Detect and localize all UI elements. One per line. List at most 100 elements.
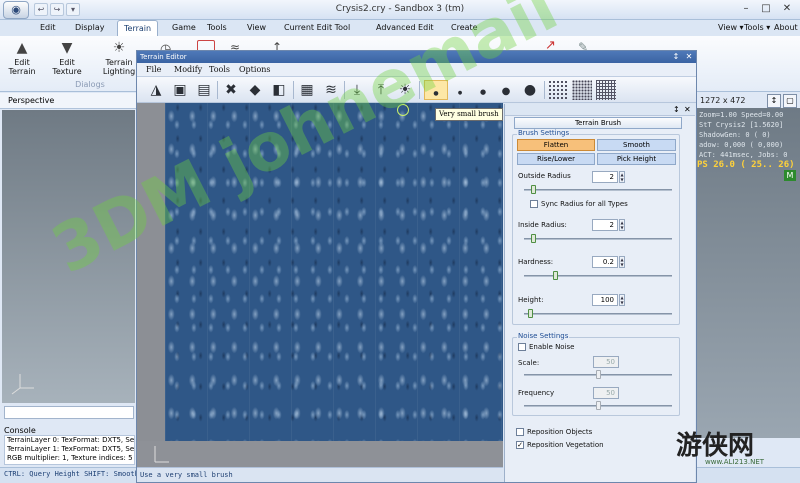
menu-about[interactable]: About <box>768 20 800 36</box>
brush-settings-label: Brush Settings <box>517 129 571 137</box>
te-menu-tools[interactable]: Tools <box>209 65 230 74</box>
brush-grid-large-icon[interactable] <box>596 80 616 100</box>
tab-edit[interactable]: Edit <box>34 20 62 36</box>
flatten-button[interactable]: Flatten <box>517 139 595 151</box>
height-spinner[interactable]: ▲ ▼ <box>619 294 625 306</box>
back-icon[interactable]: ↩ <box>34 3 48 16</box>
hardness-spinner[interactable]: ▲ ▼ <box>619 256 625 268</box>
inside-radius-track <box>524 238 672 240</box>
stat-line: adow: 0,000 ( 0,000) <box>699 141 784 149</box>
frequency-slider[interactable] <box>595 401 601 410</box>
perspective-viewport[interactable] <box>2 110 135 403</box>
enable-noise-checkbox[interactable] <box>518 343 526 351</box>
tab-view[interactable]: View <box>241 20 272 36</box>
stat-line: Zoom=1.00 Speed=0.00 <box>699 111 784 119</box>
delete-icon[interactable]: ✖ <box>221 80 241 100</box>
te-menu-file[interactable]: File <box>146 65 161 74</box>
smooth-button[interactable]: Smooth <box>597 139 676 151</box>
stat-line: ACT: 441msec, Jobs: 0 <box>699 151 788 159</box>
brush-grid-medium-icon[interactable] <box>572 80 592 100</box>
save-as-icon[interactable]: ▤ <box>194 80 214 100</box>
maximize-icon[interactable]: □ <box>756 2 776 16</box>
brush-xsmall-icon[interactable]: ● <box>450 80 470 100</box>
pin-icon[interactable]: ↕ <box>671 51 681 62</box>
import-icon[interactable]: ⤓ <box>347 80 367 100</box>
outside-radius-label: Outside Radius <box>518 172 571 180</box>
menu-view-label: View <box>718 23 737 32</box>
height-field[interactable]: 100 <box>592 294 618 306</box>
hardness-field[interactable]: 0.2 <box>592 256 618 268</box>
close-icon[interactable]: ✕ <box>684 105 691 114</box>
axis-gizmo-icon <box>11 374 34 395</box>
tab-terrain[interactable]: Terrain <box>117 20 159 36</box>
outside-radius-slider[interactable] <box>531 185 537 194</box>
frequency-field[interactable]: 50 <box>593 387 619 399</box>
console-line: RGB multiplier: 1, Texture indices: 5 <box>7 454 133 462</box>
hardness-label: Hardness: <box>518 258 554 266</box>
tab-game[interactable]: Game <box>166 20 202 36</box>
tab-advanced-edit[interactable]: Advanced Edit <box>370 20 440 36</box>
erase-icon[interactable]: ◆ <box>245 80 265 100</box>
rise-lower-button[interactable]: Rise/Lower <box>517 153 595 165</box>
fps-readout: PS 26.0 ( 25.. 26) <box>697 160 795 170</box>
ribbon-group-dialogs: Dialogs <box>75 80 105 89</box>
open-icon[interactable]: ◮ <box>146 80 166 100</box>
tab-create[interactable]: Create <box>445 20 484 36</box>
inside-radius-spinner[interactable]: ▲ ▼ <box>619 219 625 231</box>
scale-field[interactable]: 50 <box>593 356 619 368</box>
terrain-lighting-button[interactable]: ☀ Terrain Lighting <box>100 40 138 76</box>
scale-slider[interactable] <box>595 370 601 379</box>
minimize-icon[interactable]: – <box>736 2 756 16</box>
terrain-lighting-label: Terrain Lighting <box>102 58 136 76</box>
height-slider[interactable] <box>528 309 534 318</box>
inside-radius-field[interactable]: 2 <box>592 219 618 231</box>
terrain-side-ruler <box>137 103 165 443</box>
brush-grid-small-icon[interactable] <box>548 80 568 100</box>
outside-radius-spinner[interactable]: ▲ ▼ <box>619 171 625 183</box>
save-icon[interactable]: ▣ <box>170 80 190 100</box>
sandbox-orb-icon[interactable]: ◉ <box>3 1 29 19</box>
tab-tools[interactable]: Tools <box>201 20 233 36</box>
brush-tiny-icon[interactable]: ● <box>424 80 448 100</box>
enable-noise-label: Enable Noise <box>529 343 575 351</box>
scale-label: Scale: <box>518 359 540 367</box>
brush-medium-icon[interactable]: ● <box>496 80 516 100</box>
brush-small-icon[interactable]: ● <box>473 80 493 100</box>
noise-settings-label: Noise Settings <box>517 332 570 340</box>
toolbar-separator <box>344 81 345 99</box>
close-icon[interactable]: ✕ <box>777 2 797 16</box>
noise-icon[interactable]: ▦ <box>297 80 317 100</box>
pin-icon[interactable]: ↕ <box>767 94 781 108</box>
reposition-objects-checkbox[interactable] <box>516 428 524 436</box>
hardness-slider[interactable] <box>552 271 558 280</box>
te-menu-options[interactable]: Options <box>239 65 271 74</box>
inside-radius-slider[interactable] <box>531 234 537 243</box>
edit-texture-button[interactable]: ▼ Edit Texture <box>50 40 84 76</box>
brush-large-icon[interactable]: ● <box>520 80 540 100</box>
forward-icon[interactable]: ↪ <box>50 3 64 16</box>
console-input[interactable] <box>4 406 134 419</box>
terrain-texture-view[interactable] <box>165 103 503 441</box>
reposition-vegetation-checkbox[interactable]: ✓ <box>516 441 524 449</box>
m-badge: M <box>784 170 796 181</box>
edit-terrain-button[interactable]: ▲ Edit Terrain <box>5 40 39 76</box>
height-label: Height: <box>518 296 544 304</box>
perspective-header: Perspective <box>0 93 137 109</box>
outside-radius-field[interactable]: 2 <box>592 171 618 183</box>
hardness-track <box>524 275 672 277</box>
pick-height-button[interactable]: Pick Height <box>597 153 676 165</box>
sync-radius-checkbox[interactable] <box>530 200 538 208</box>
invert-icon[interactable]: ◧ <box>269 80 289 100</box>
pin-icon[interactable]: ↕ <box>673 105 680 114</box>
terrain-brush-title[interactable]: Terrain Brush <box>514 117 682 129</box>
light-icon[interactable]: ☀ <box>395 80 415 100</box>
export-icon[interactable]: ⤒ <box>371 80 391 100</box>
maximize-viewport-icon[interactable]: ▢ <box>783 94 797 108</box>
stat-line: ShadowGen: 0 ( 0) <box>699 131 771 139</box>
close-icon[interactable]: ✕ <box>684 51 694 62</box>
water-icon[interactable]: ≋ <box>321 80 341 100</box>
dropdown-icon[interactable]: ▾ <box>66 3 80 16</box>
tab-display[interactable]: Display <box>69 20 111 36</box>
tab-current-edit-tool[interactable]: Current Edit Tool <box>278 20 356 36</box>
te-menu-modify[interactable]: Modify <box>174 65 202 74</box>
